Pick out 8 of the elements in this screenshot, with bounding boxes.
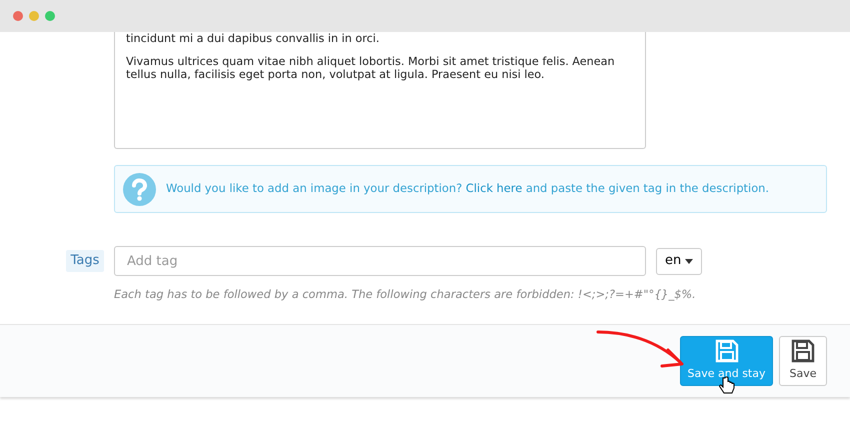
tags-help-text: Each tag has to be followed by a comma. The following characters are forbidden: !<;>;?=+#"°{}_$%.	[114, 287, 697, 303]
tags-input[interactable]: Add tag	[114, 246, 646, 276]
language-dropdown[interactable]: en	[656, 248, 702, 274]
save-button[interactable]: Save	[779, 336, 827, 386]
tags-label: Tags	[66, 250, 104, 272]
description-paragraph: Vivamus ultrices quam vitae nibh aliquet lobortis. Morbi sit amet tristique felis. Aenean tellus nulla, facilisis eget porta non, volutpat at ligula. Praesent eu nisi leo.	[126, 54, 616, 82]
image-hint-text: Would you like to add an image in your description? Click here and paste the given tag in the description.	[166, 180, 769, 198]
description-paragraph: tincidunt mi a dui dapibus convallis in in orci.	[126, 32, 380, 46]
